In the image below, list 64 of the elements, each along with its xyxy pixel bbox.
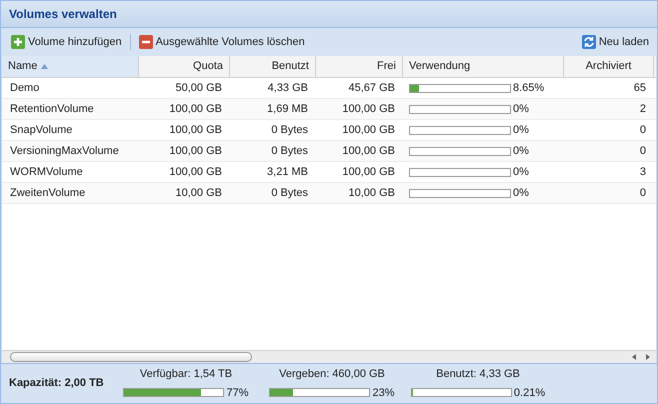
table-cell-text: 0 [640,122,646,138]
table-row[interactable]: RetentionVolume 100,00 GB 1,69 MB 100,00 GB 0% 2 [2,99,656,120]
table-cell-text: 10,00 GB [176,186,222,201]
column-header[interactable]: Frei [316,56,403,77]
add-button[interactable]: Volume hinzufügen [9,34,124,50]
table-cell-text: 65 [634,80,646,96]
capacity-label: Kapazität: 2,00 TB [9,376,105,392]
usage-reading: 0% [513,102,529,117]
plus-icon [11,35,25,49]
table-cell-text: 0 Bytes [271,144,308,159]
table-cell-text: 100,00 GB [169,164,222,180]
table-row[interactable]: ZweitenVolume 10,00 GB 0 Bytes 10,00 GB 0% 0 [2,183,656,204]
meter-reading: 0.21% [514,386,546,400]
table-cell-text: 100,00 GB [169,144,222,159]
usage-reading: 8.65% [513,80,544,96]
scroll-right-icon[interactable] [644,353,652,361]
table-cell-text: 4,33 GB [268,80,308,96]
meter-reading: 23% [372,386,395,400]
meter-label: Vergeben: 460,00 GB [279,367,385,382]
table-cell-text: 100,00 GB [342,144,395,159]
table-cell-text: 45,67 GB [348,80,395,96]
column-header[interactable]: Benutzt [230,56,316,77]
table-cell-text: 100,00 GB [169,122,222,138]
usage-reading: 0% [513,164,529,180]
table-cell-text: 0 Bytes [271,186,308,201]
table-cell-text: VersioningMaxVolume [10,144,119,159]
table-cell-text: 3,21 MB [267,164,308,180]
table-cell-text: 100,00 GB [342,122,395,138]
table-cell-text: WORMVolume [10,164,83,180]
column-header[interactable]: Verwendung [403,56,564,77]
table-cell-text: 0 [640,186,646,201]
usage-reading: 0% [513,186,529,201]
table-cell-text: Demo [10,80,40,96]
sort-arrow-icon [41,64,48,69]
panel-title: Volumes verwalten [9,6,117,23]
table-row[interactable]: VersioningMaxVolume 100,00 GB 0 Bytes 100,00 GB 0% 0 [2,141,656,162]
refresh-icon [582,35,596,49]
meter-label: Verfügbar: 1,54 TB [140,367,232,382]
meter-label: Benutzt: 4,33 GB [436,367,520,382]
meter-reading: 77% [226,386,249,400]
minus-icon [138,35,153,49]
reload-button[interactable]: Neu laden [582,34,649,50]
usage-reading: 0% [513,122,529,138]
table-cell-text: RetentionVolume [10,102,94,117]
table-cell-text: ZweitenVolume [10,186,86,201]
table-cell-text: SnapVolume [10,122,72,138]
table-cell-text: 10,00 GB [348,186,395,201]
table-cell-text: 100,00 GB [169,102,222,117]
scrollbar-thumb[interactable] [10,352,252,362]
delete-button[interactable]: Ausgewählte Volumes löschen [136,34,307,50]
column-header[interactable]: Name [2,56,139,77]
table-cell-text: 100,00 GB [342,164,395,180]
scroll-left-icon[interactable] [630,353,638,361]
table-cell-text: 1,69 MB [267,102,308,117]
table-cell-text: 100,00 GB [342,102,395,117]
table-cell-text: 0 Bytes [271,122,308,138]
table-cell-text: 3 [640,164,646,180]
column-header[interactable]: Quota [139,56,230,77]
table-cell-text: 50,00 GB [176,80,222,96]
usage-reading: 0% [513,144,529,159]
column-header[interactable]: Archiviert [564,56,654,77]
horizontal-scrollbar[interactable] [2,350,656,363]
table-cell-text: 2 [640,102,646,117]
table-cell-text: 0 [640,144,646,159]
